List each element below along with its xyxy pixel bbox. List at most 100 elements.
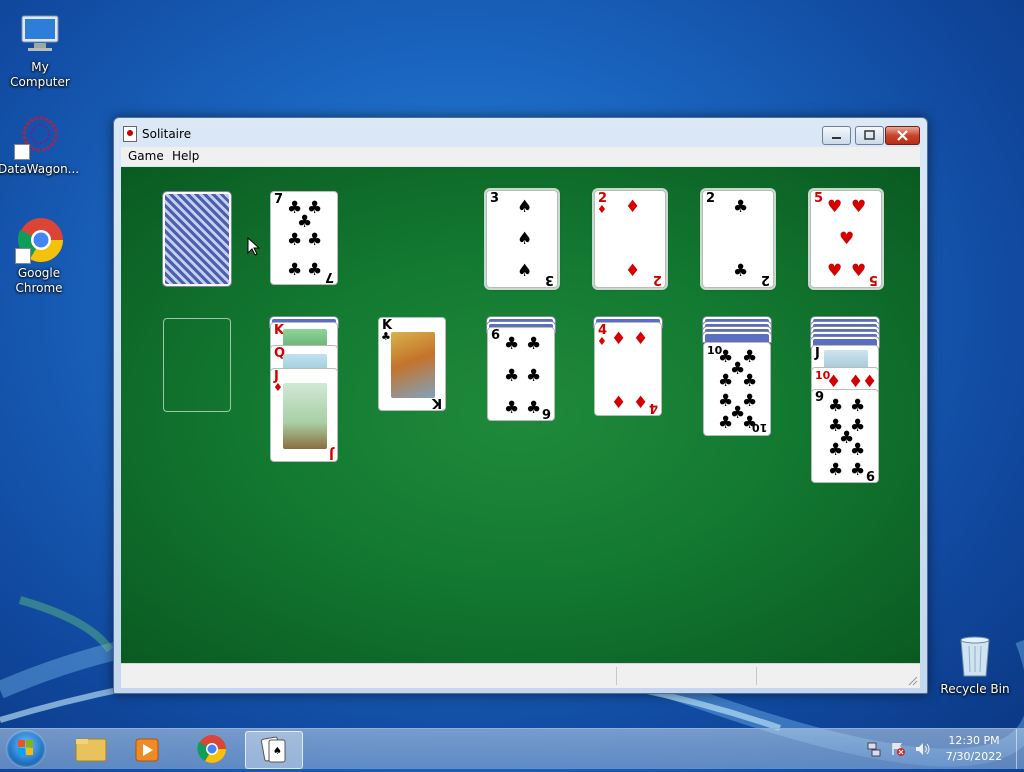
stock-pile[interactable] (163, 192, 231, 286)
desktop-icon-datawagon[interactable]: DataWagon... (0, 112, 80, 177)
club-icon: ♣ (828, 396, 844, 416)
menu-help[interactable]: Help (172, 149, 199, 163)
club-icon: ♣ (850, 396, 866, 416)
card-rank: 7 (274, 192, 284, 207)
close-icon (897, 130, 908, 141)
desktop-icon-label: DataWagon... (0, 162, 80, 176)
maximize-icon (864, 130, 875, 140)
waste-card[interactable]: 7 ♣ ♣ ♣ ♣ ♣ ♣ ♣ 7 (270, 191, 338, 285)
club-icon: ♣ (287, 260, 303, 280)
heart-icon: ♥ (827, 261, 843, 281)
diamond-icon: ♦ (597, 335, 607, 348)
menu-game[interactable]: Game (128, 149, 164, 163)
tableau-1-empty-slot[interactable] (163, 318, 231, 412)
diamond-icon: ♦ (611, 393, 627, 413)
datawagon-icon (14, 112, 62, 160)
tableau-4-six-clubs[interactable]: 6 ♣ ♣ ♣ ♣ ♣ ♣ 6 (487, 327, 555, 421)
card-rank: 3 (490, 191, 500, 206)
card-rank: J (815, 346, 820, 361)
desktop-icon-label: Recycle Bin (940, 682, 1010, 696)
status-divider (616, 667, 617, 685)
start-button[interactable] (6, 730, 46, 768)
spade-icon: ♠ (517, 261, 533, 281)
chrome-icon (197, 735, 226, 763)
action-center-icon[interactable] (890, 741, 906, 757)
windows-logo-icon (18, 740, 33, 755)
clock-date: 7/30/2022 (945, 750, 1003, 763)
bird-nest-art (283, 383, 327, 449)
resize-grip-icon[interactable] (908, 676, 918, 686)
solitaire-app-icon (123, 126, 137, 142)
club-icon: ♣ (307, 260, 323, 280)
folder-icon (75, 738, 107, 762)
taskbar: ♠ 12:30 PM 7/30/2022 (0, 728, 1024, 769)
face-down-card (703, 332, 771, 342)
title-bar[interactable]: Solitaire (114, 118, 927, 146)
diamond-icon: ♦ (611, 329, 627, 349)
desktop-icon-recycle-bin[interactable]: Recycle Bin (935, 632, 1015, 697)
club-icon: ♣ (718, 371, 734, 391)
card-rank-bottom: 7 (324, 269, 334, 284)
foundation-4[interactable]: 5 ♥ ♥ ♥ ♥ ♥ 5 (810, 190, 882, 288)
network-icon[interactable] (866, 741, 882, 757)
taskbar-chrome[interactable] (184, 731, 240, 767)
heart-icon: ♥ (851, 197, 867, 217)
club-icon: ♣ (733, 197, 749, 217)
solitaire-window[interactable]: Solitaire Game Help 7 ♣ ♣ ♣ ♣ ♣ ♣ ♣ 7 3 … (113, 117, 928, 694)
card-rank-bottom: 6 (541, 405, 551, 420)
foundation-1[interactable]: 3 ♠ ♠ ♠ 3 (486, 190, 558, 288)
status-divider (756, 667, 757, 685)
diamond-icon: ♦ (597, 203, 607, 216)
card-rank-bottom: 2 (760, 272, 770, 287)
card-rank-bottom: 4 (648, 400, 658, 415)
club-icon: ♣ (850, 460, 866, 480)
heart-icon: ♥ (851, 261, 867, 281)
shortcut-arrow-icon (15, 248, 31, 264)
system-clock[interactable]: 12:30 PM 7/30/2022 (938, 733, 1010, 765)
desktop-icon-my-computer[interactable]: My Computer (0, 10, 80, 90)
recycle-bin-icon (951, 632, 999, 680)
taskbar-explorer[interactable] (62, 731, 118, 767)
minimize-icon (832, 137, 841, 139)
club-icon: ♣ (381, 330, 391, 343)
spade-icon: ♠ (517, 197, 533, 217)
club-icon: ♣ (828, 440, 844, 460)
card-rank-bottom: K (431, 395, 442, 410)
window-title: Solitaire (142, 127, 192, 141)
club-icon: ♣ (287, 230, 303, 250)
card-rank: 6 (491, 328, 501, 343)
tableau-3-king-clubs[interactable]: K ♣ K (378, 317, 446, 411)
diamond-icon: ♦ (633, 393, 649, 413)
show-desktop-button[interactable] (1016, 729, 1024, 769)
card-rank-bottom: 3 (544, 272, 554, 287)
close-button[interactable] (885, 126, 920, 145)
tableau-2-jack-diamonds[interactable]: J ♦ J (270, 368, 338, 462)
volume-icon[interactable] (914, 741, 932, 757)
desktop-icon-google-chrome[interactable]: Google Chrome (0, 216, 79, 296)
heart-icon: ♥ (839, 229, 855, 249)
club-icon: ♣ (307, 230, 323, 250)
taskbar-solitaire[interactable]: ♠ (245, 731, 303, 769)
tableau-6-ten-clubs[interactable]: 10 ♣ ♣ ♣ ♣ ♣ ♣ ♣ ♣ ♣ ♣ 10 (703, 342, 771, 436)
card-rank-bottom: J (329, 446, 334, 461)
tableau-7-nine-clubs[interactable]: 9 ♣ ♣ ♣ ♣ ♣ ♣ ♣ ♣ ♣ 9 (811, 389, 879, 483)
clock-time: 12:30 PM (948, 734, 1000, 747)
minimize-button[interactable] (822, 126, 851, 145)
tableau-5-four-diamonds[interactable]: 4 ♦ ♦ ♦ ♦ ♦ 4 (594, 322, 662, 416)
card-rank-bottom: 10 (751, 421, 767, 434)
autumn-tree-art (391, 332, 435, 398)
menu-bar: Game Help (121, 147, 920, 166)
card-rank: 2 (706, 191, 716, 206)
mouse-cursor-icon (247, 237, 261, 256)
foundation-3[interactable]: 2 ♣ ♣ 2 (702, 190, 774, 288)
card-rank-bottom: 9 (865, 467, 875, 482)
diamond-icon: ♦ (633, 329, 649, 349)
status-bar (121, 663, 920, 688)
maximize-button[interactable] (855, 126, 884, 145)
club-icon: ♣ (526, 334, 542, 354)
game-board[interactable]: 7 ♣ ♣ ♣ ♣ ♣ ♣ ♣ 7 3 ♠ ♠ ♠ 3 2 ♦ ♦ ♦ 2 2 … (121, 167, 920, 663)
taskbar-media-player[interactable] (120, 731, 176, 767)
club-icon: ♣ (297, 212, 313, 232)
foundation-2[interactable]: 2 ♦ ♦ ♦ 2 (594, 190, 666, 288)
club-icon: ♣ (828, 460, 844, 480)
